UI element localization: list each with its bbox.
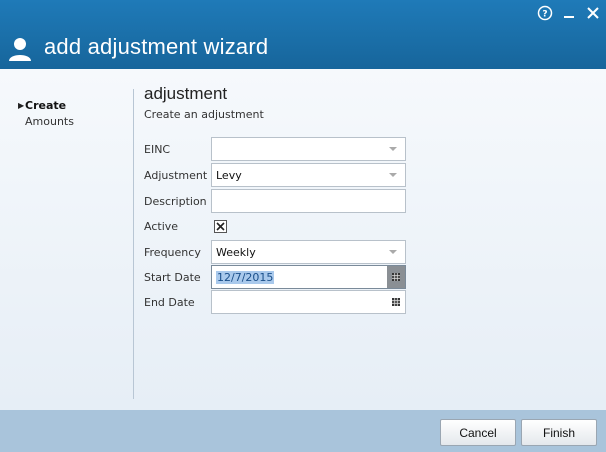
chevron-down-icon	[389, 250, 397, 254]
title-bar: ? add adjustment wizard	[0, 0, 606, 69]
calendar-icon[interactable]	[387, 291, 405, 313]
footer-bar: Cancel Finish	[0, 410, 606, 452]
start-date-row: Start Date 12/7/2015	[144, 265, 406, 289]
end-date-label: End Date	[144, 295, 195, 309]
minimize-icon[interactable]	[560, 4, 578, 22]
frequency-value: Weekly	[216, 245, 256, 259]
active-row: Active	[144, 214, 406, 238]
step-amounts[interactable]: Amounts	[18, 113, 74, 129]
start-date-label: Start Date	[144, 270, 201, 284]
description-input[interactable]	[211, 189, 406, 213]
user-icon	[6, 35, 34, 63]
window-controls: ?	[536, 4, 602, 22]
start-date-input[interactable]: 12/7/2015	[211, 265, 406, 289]
step-create[interactable]: ▶ Create	[18, 97, 74, 113]
section-subheading: Create an adjustment	[144, 108, 264, 121]
frequency-dropdown[interactable]: Weekly	[211, 240, 406, 264]
calendar-icon[interactable]	[387, 266, 405, 288]
adjustment-value: Levy	[216, 168, 242, 182]
wizard-content: ▶ Create Amounts adjustment Create an ad…	[0, 69, 606, 410]
einc-dropdown[interactable]	[211, 137, 406, 161]
description-row: Description	[144, 189, 406, 213]
end-date-row: End Date	[144, 290, 406, 314]
start-date-value: 12/7/2015	[216, 270, 275, 284]
chevron-down-icon	[389, 173, 397, 177]
active-label: Active	[144, 219, 179, 233]
einc-label: EINC	[144, 142, 171, 156]
adjustment-label: Adjustment	[144, 168, 208, 182]
close-icon[interactable]	[584, 4, 602, 22]
adjustment-row: Adjustment Levy	[144, 163, 406, 187]
wizard-steps: ▶ Create Amounts	[18, 97, 74, 129]
caret-right-icon: ▶	[18, 100, 25, 110]
help-circle-icon[interactable]: ?	[536, 4, 554, 22]
divider	[133, 89, 134, 399]
description-label: Description	[144, 194, 207, 208]
step-label: Create	[25, 98, 67, 112]
cancel-button[interactable]: Cancel	[440, 419, 516, 446]
active-checkbox[interactable]	[214, 219, 227, 233]
finish-button[interactable]: Finish	[521, 419, 597, 446]
svg-text:?: ?	[542, 10, 547, 20]
end-date-input[interactable]	[211, 290, 406, 314]
frequency-label: Frequency	[144, 245, 201, 259]
frequency-row: Frequency Weekly	[144, 240, 406, 264]
step-label: Amounts	[25, 114, 74, 128]
einc-row: EINC	[144, 137, 406, 161]
adjustment-dropdown[interactable]: Levy	[211, 163, 406, 187]
section-heading: adjustment	[144, 84, 228, 103]
window-title: add adjustment wizard	[44, 34, 269, 59]
chevron-down-icon	[389, 147, 397, 151]
